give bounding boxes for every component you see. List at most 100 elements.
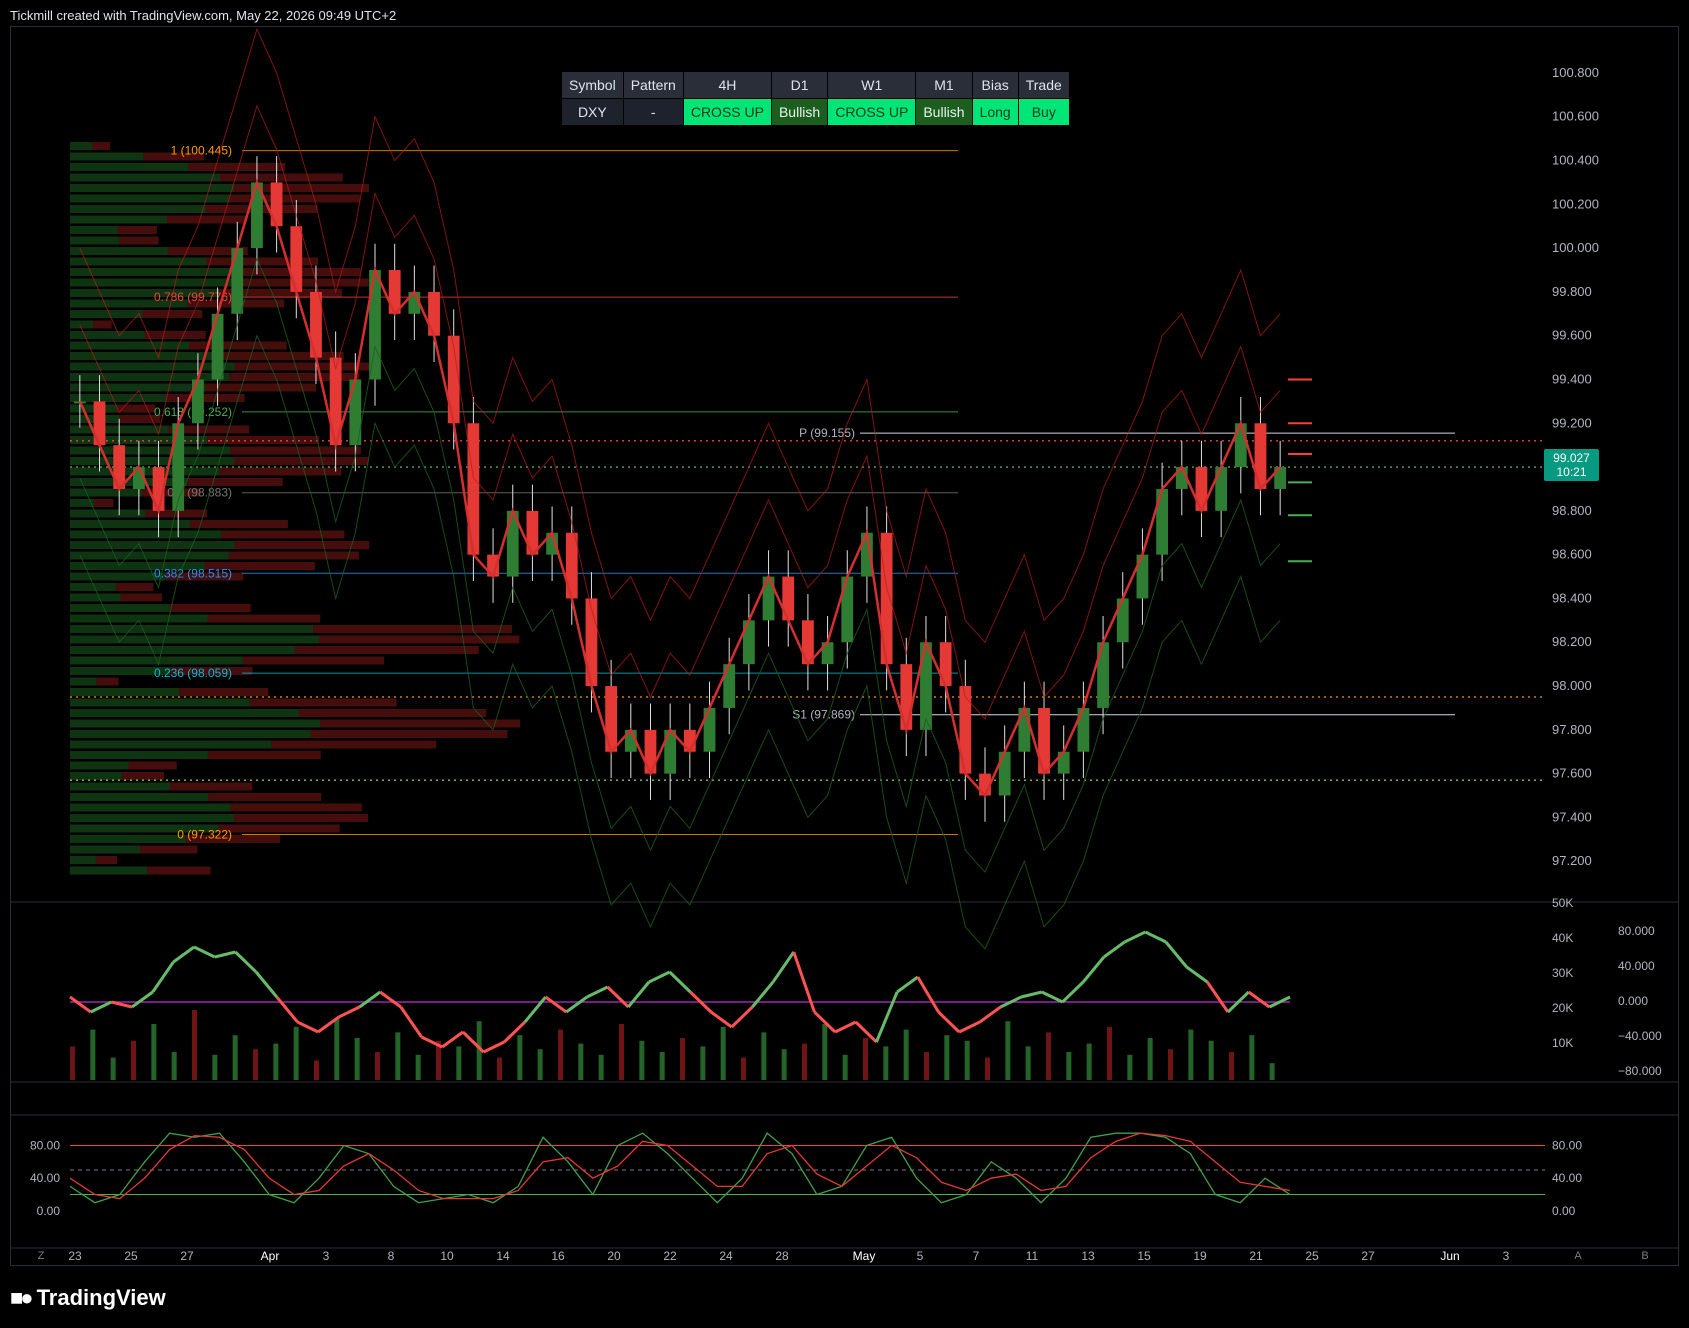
volume-profile-bar-down (219, 467, 342, 476)
oscillator-line-segment (1247, 990, 1271, 1009)
table-value-cell: - (622, 98, 684, 126)
volume-bar (253, 1049, 258, 1080)
volume-bar (192, 1010, 197, 1080)
volume-bar (151, 1024, 157, 1080)
table-header-cell: Symbol (561, 71, 624, 99)
oscillator-line-segment (1020, 990, 1043, 999)
volume-bar (558, 1029, 563, 1080)
volume-profile-bar-down (207, 751, 321, 759)
volume-profile-bar-up (70, 499, 94, 507)
oscillator-line-segment (792, 951, 816, 1013)
volume-profile-bar-up (70, 761, 129, 770)
table-value-cell: Buy (1017, 98, 1070, 126)
table-value-cell: CROSS UP (827, 98, 917, 126)
oscillator-line-segment (399, 1006, 423, 1038)
volume-bar (1107, 1026, 1112, 1080)
volume-profile-bar-up (70, 572, 166, 581)
volume-bar (375, 1052, 380, 1080)
oscillator-line-segment (172, 945, 195, 964)
stoch-right-axis-label: 0.00 (1552, 1204, 1576, 1218)
volume-bar (761, 1032, 767, 1080)
time-axis-label: 16 (551, 1249, 565, 1263)
table-header-cell: Bias (971, 71, 1019, 99)
volume-profile-bar-down (220, 173, 343, 182)
oscillator-line-segment (441, 1030, 464, 1049)
oscillator-line-segment (523, 996, 547, 1023)
time-axis-label: Apr (261, 1249, 280, 1263)
volume-profile-bar-up (70, 383, 206, 392)
pivot-label: S1 (97.869) (792, 708, 855, 722)
price-axis-label: 100.000 (1552, 240, 1599, 255)
volume-bar (741, 1057, 746, 1080)
volume-bar (517, 1035, 523, 1080)
oscillator-line-segment (275, 996, 299, 1023)
volume-profile-bar-up (70, 142, 92, 150)
oscillator-line-segment (978, 1005, 1002, 1024)
volume-profile-bar-down (92, 320, 112, 329)
oscillator-line-segment (1103, 940, 1126, 959)
volume-bar (1005, 1021, 1011, 1080)
time-axis-label: 7 (973, 1249, 980, 1263)
oscillator-line-segment (730, 1005, 754, 1029)
time-axis-label: 23 (68, 1249, 82, 1263)
volume-bar (578, 1043, 584, 1080)
time-axis-label: 10 (440, 1249, 454, 1263)
volume-profile-bar-down (228, 551, 359, 560)
volume-profile-bar-up (70, 247, 168, 255)
volume-profile-bar-up (70, 793, 209, 801)
volume-bar (659, 1052, 665, 1080)
volume-profile-bar-up (70, 310, 143, 318)
oscillator-line-segment (379, 990, 402, 1009)
stoch-left-axis-label: 0.00 (37, 1204, 61, 1218)
volume-profile-bar-down (229, 446, 361, 455)
volume-bar (1168, 1049, 1173, 1080)
volume-bar (110, 1057, 116, 1080)
volume-bar (293, 1026, 299, 1080)
time-axis-label: Jun (1440, 1249, 1459, 1263)
volume-profile-bar-down (208, 793, 322, 801)
volume-bar (537, 1049, 543, 1080)
axis-button-b: B (1641, 1250, 1648, 1262)
volume-bar (639, 1040, 645, 1080)
table-value-cell: Bullish (770, 98, 829, 126)
oscillator-line-segment (90, 1000, 113, 1014)
stoch-k-line (69, 1132, 1291, 1204)
table-header-cell: Pattern (622, 71, 684, 99)
price-axis-label: 100.800 (1552, 65, 1599, 80)
volume-bar (883, 1046, 889, 1080)
volume-axis-label: 30K (1552, 966, 1573, 980)
chart-canvas[interactable]: 100.800100.600100.400100.200100.00099.80… (0, 0, 1689, 1328)
volume-profile-bar-up (70, 751, 208, 759)
volume-bar (1127, 1054, 1133, 1080)
oscillator-line-segment (544, 995, 568, 1014)
fib-level-label: 0.382 (98.515) (154, 566, 232, 580)
stoch-right-axis-label: 40.00 (1552, 1171, 1582, 1185)
volume-profile-bar-down (118, 236, 159, 245)
price-axis-label: 97.400 (1552, 809, 1592, 824)
oscillator-line-segment (875, 991, 899, 1043)
volume-profile-bar-up (70, 782, 171, 791)
time-axis-label: 11 (1026, 1249, 1039, 1263)
volume-profile-bar-down (93, 499, 114, 507)
oscillator-line-segment (131, 990, 154, 1009)
tradingview-logo[interactable]: ■● TradingView (10, 1285, 166, 1311)
volume-profile-bar-down (95, 856, 118, 864)
volume-profile-bar-down (121, 772, 164, 780)
time-axis-label: 21 (1249, 1249, 1263, 1263)
volume-profile-bar-up (70, 646, 295, 654)
volume-bar (802, 1043, 807, 1080)
volume-profile-bar-down (207, 614, 321, 623)
volume-profile-bar-up (70, 163, 189, 171)
volume-bar (90, 1029, 96, 1080)
volume-profile-bar-up (70, 740, 272, 749)
pivot-label: P (99.155) (799, 426, 855, 440)
oscillator-line-segment (937, 1010, 961, 1034)
volume-profile-bar-up (70, 488, 142, 497)
volume-bar (1086, 1043, 1092, 1080)
volume-profile-bar-down (271, 740, 437, 749)
volume-profile-bar-up (70, 772, 122, 780)
volume-profile-bar-up (70, 331, 145, 339)
volume-profile-bar-down (92, 142, 110, 150)
axis-button-z: Z (38, 1250, 45, 1262)
table-header-cell: W1 (827, 71, 917, 99)
